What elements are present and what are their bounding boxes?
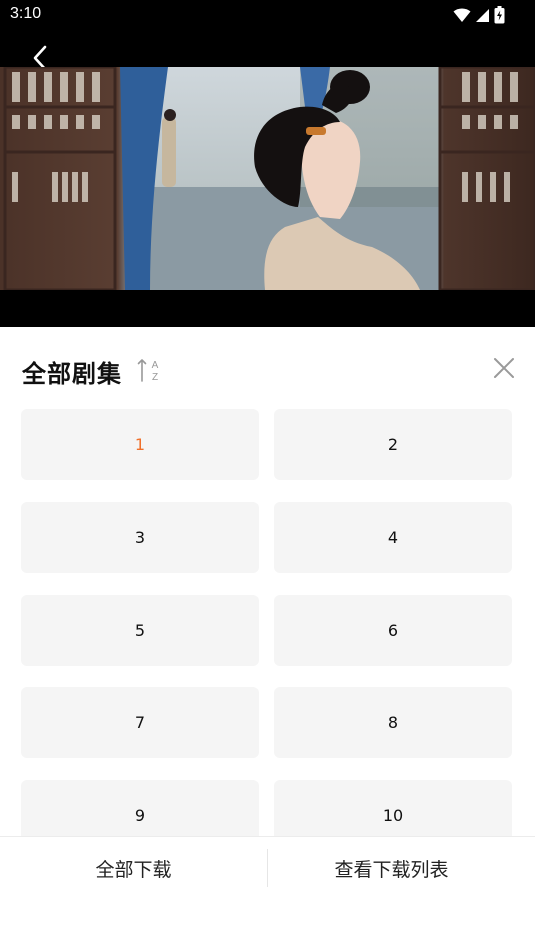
episode-6-button[interactable]: 6 <box>274 595 512 666</box>
episode-10-button[interactable]: 10 <box>274 780 512 836</box>
battery-charging-icon <box>494 6 505 28</box>
episode-4-button[interactable]: 4 <box>274 502 512 573</box>
episode-3-button[interactable]: 3 <box>21 502 259 573</box>
episode-2-button[interactable]: 2 <box>274 409 512 480</box>
episode-5-button[interactable]: 5 <box>21 595 259 666</box>
episode-sheet: 全部剧集 A Z 1 2 3 4 5 6 7 8 9 10 全部下载 查看下载列… <box>0 327 535 951</box>
sort-a-z-icon: A Z <box>137 359 159 383</box>
sheet-title: 全部剧集 <box>22 360 122 388</box>
wifi-icon <box>453 7 471 27</box>
episode-1-button[interactable]: 1 <box>21 409 259 480</box>
video-frame[interactable] <box>0 67 535 290</box>
episode-7-button[interactable]: 7 <box>21 687 259 758</box>
sheet-header: 全部剧集 A Z <box>0 327 535 409</box>
video-still-image <box>0 67 535 290</box>
episode-8-button[interactable]: 8 <box>274 687 512 758</box>
status-icons <box>453 6 505 28</box>
signal-icon <box>475 8 490 27</box>
view-downloads-button[interactable]: 查看下载列表 <box>268 837 515 899</box>
bottom-action-bar: 全部下载 查看下载列表 <box>0 836 535 899</box>
download-all-button[interactable]: 全部下载 <box>0 837 267 899</box>
sort-letter-a: A <box>152 360 159 371</box>
sort-letter-z: Z <box>152 372 158 383</box>
sort-button[interactable]: A Z <box>137 357 163 383</box>
status-bar: 3:10 <box>0 0 535 30</box>
close-icon <box>494 358 514 378</box>
episode-9-button[interactable]: 9 <box>21 780 259 836</box>
status-time: 3:10 <box>10 5 42 22</box>
close-button[interactable] <box>491 355 517 381</box>
video-player[interactable]: 3:10 <box>0 0 535 327</box>
episode-grid: 1 2 3 4 5 6 7 8 9 10 <box>0 409 535 836</box>
